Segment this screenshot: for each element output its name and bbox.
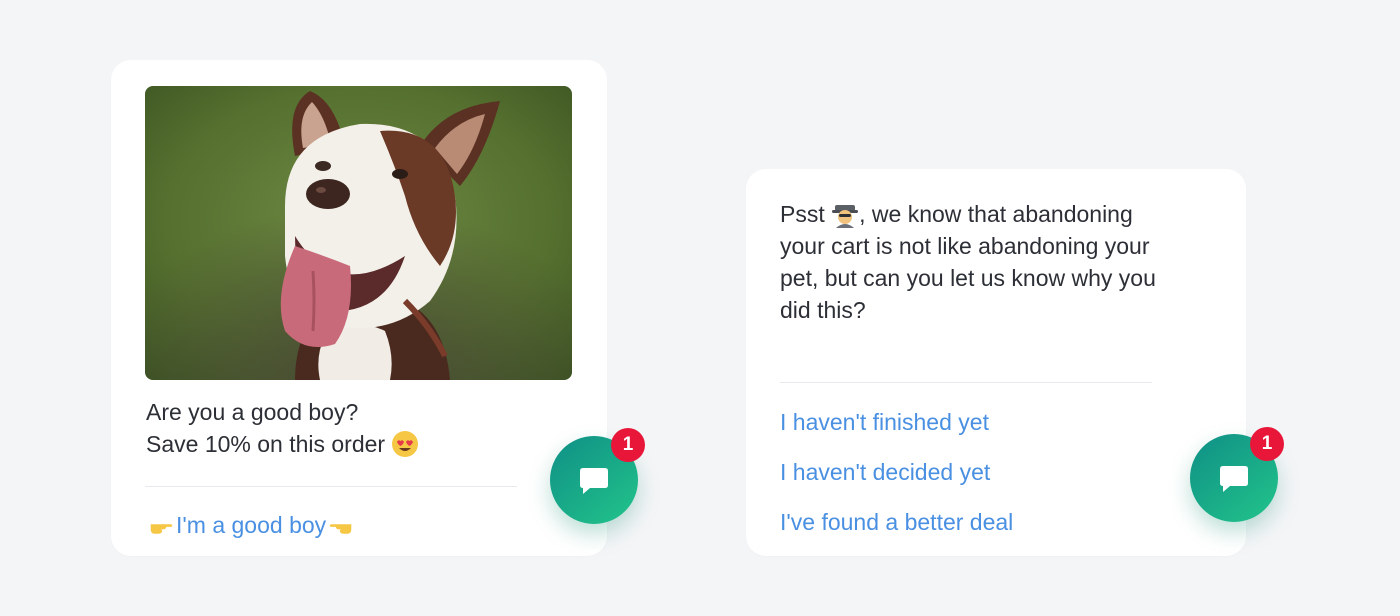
quick-reply-not-decided[interactable]: I haven't decided yet <box>780 457 990 487</box>
survey-message-text: Psst , we know that abandoning your cart… <box>780 198 1160 326</box>
dog-photo <box>145 86 572 380</box>
pointing-left-emoji-icon <box>330 524 352 534</box>
quick-reply-not-finished[interactable]: I haven't finished yet <box>780 407 989 437</box>
survey-message-prefix: Psst <box>780 201 825 227</box>
chat-bubble-icon <box>580 468 608 494</box>
heart-eyes-emoji-icon <box>392 430 419 457</box>
quick-reply-better-deal[interactable]: I've found a better deal <box>780 507 1013 537</box>
promo-message-text: Are you a good boy? Save 10% on this ord… <box>146 396 526 460</box>
promo-message-line2: Save 10% on this order <box>146 431 386 457</box>
message-divider <box>780 382 1152 383</box>
unread-count-badge: 1 <box>611 428 645 462</box>
detective-emoji-icon <box>832 204 859 228</box>
dog-image <box>145 86 572 380</box>
pointing-right-emoji-icon <box>150 524 173 534</box>
quick-reply-good-boy[interactable]: I'm a good boy <box>146 510 356 540</box>
promo-message-card: Are you a good boy? Save 10% on this ord… <box>111 60 607 556</box>
message-divider <box>145 486 517 487</box>
promo-message-line2-wrap: Save 10% on this order <box>146 428 526 460</box>
survey-message-card: Psst , we know that abandoning your cart… <box>746 169 1246 556</box>
unread-count-badge: 1 <box>1250 427 1284 461</box>
quick-reply-label: I'm a good boy <box>176 512 327 538</box>
chat-bubble-icon <box>1220 466 1248 492</box>
promo-message-line1: Are you a good boy? <box>146 399 359 425</box>
